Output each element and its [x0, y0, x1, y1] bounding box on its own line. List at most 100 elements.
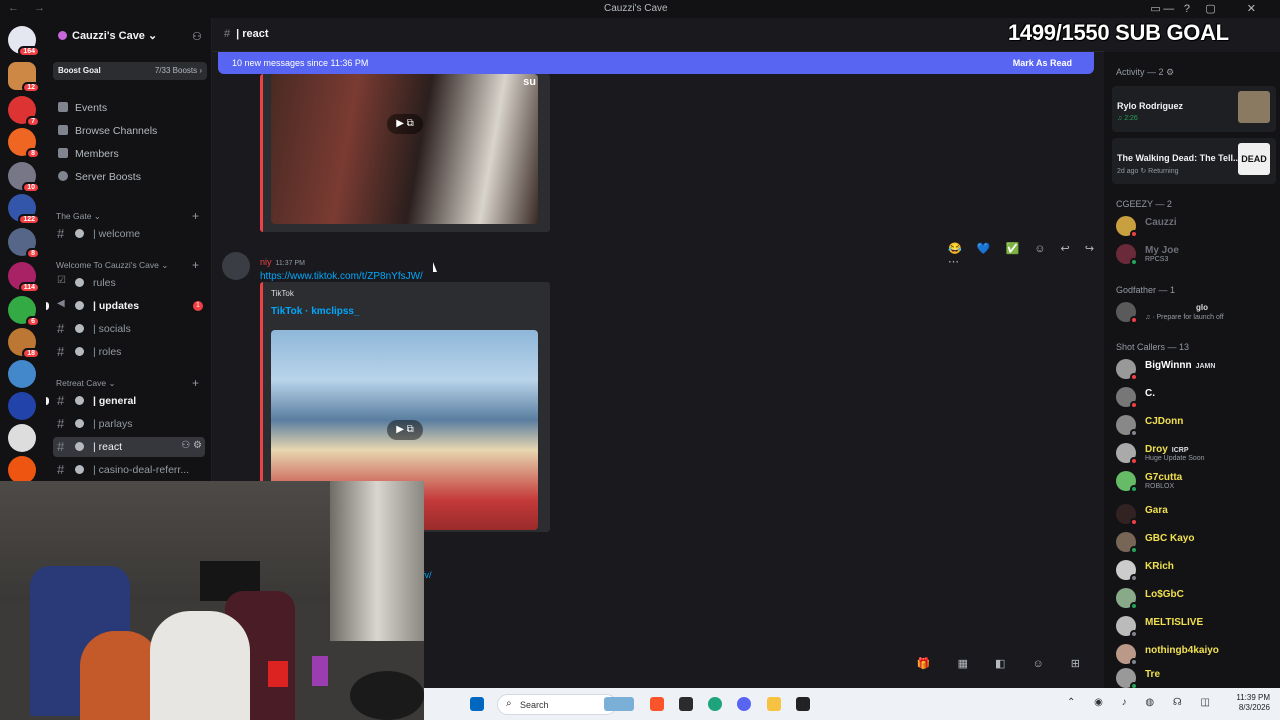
edge-icon[interactable]	[708, 697, 722, 711]
member-item[interactable]: Droy ICRP Huge Update Soon	[1116, 441, 1276, 465]
member-list[interactable]: Activity — 2 ⚙ Rylo Rodriguez ♫ 2:26 The…	[1104, 52, 1280, 690]
member-item[interactable]: Tre	[1116, 666, 1276, 690]
message-actions[interactable]: 😂 💙 ✅ ☺ ↩ ↪ ⋯	[948, 242, 1104, 268]
embed-title[interactable]: TikTok · kmclipss_	[271, 306, 360, 317]
file-explorer-icon[interactable]	[767, 697, 781, 711]
channel-header: # | react	[212, 18, 1104, 52]
member-item[interactable]: Gara	[1116, 502, 1276, 526]
taskbar-search[interactable]: ⌕ Search	[497, 694, 617, 715]
category-retreat-cave[interactable]: Retreat Cave ⌄ +	[56, 376, 199, 390]
message-composer[interactable]: 🎁 ▦ ◧ ☺ ⊞	[424, 650, 1100, 680]
server-icon[interactable]: 12	[8, 62, 40, 93]
activity-card[interactable]: The Walking Dead: The Tell... 2d ago ↻ R…	[1112, 138, 1276, 184]
menu-members[interactable]: Members	[58, 148, 119, 164]
system-tray-icons[interactable]: ⌃ ◉ ♪ ◍ ☊ ◫	[1067, 697, 1218, 708]
window-blinds	[330, 481, 424, 641]
search-icon: ⌕	[506, 698, 512, 709]
menu-browse-channels[interactable]: Browse Channels	[58, 125, 157, 141]
server-icon[interactable]: 8	[8, 128, 40, 159]
channel-name: | updates	[93, 300, 140, 312]
status-icon	[1130, 230, 1138, 238]
link-text[interactable]: https://www.tiktok.com/t/ZP8nYfsJW/	[260, 271, 423, 282]
server-icon[interactable]: 122	[8, 194, 40, 225]
activity-title: Rylo Rodriguez	[1117, 101, 1184, 111]
category-the-gate[interactable]: The Gate ⌄ +	[56, 209, 199, 223]
add-channel-icon[interactable]: +	[192, 376, 199, 390]
channel-updates[interactable]: ◀ | updates 1	[53, 296, 205, 316]
play-icon[interactable]: ▶ ⧉	[387, 114, 423, 134]
channel-roles[interactable]: # | roles	[53, 342, 205, 362]
member-item[interactable]: Cauzzi	[1116, 214, 1276, 238]
new-messages-bar[interactable]: 10 new messages since 11:36 PM Mark As R…	[218, 52, 1094, 74]
mark-as-read-button[interactable]: Mark As Read	[1013, 58, 1072, 68]
video-thumbnail[interactable]: ▶ ⧉ su	[271, 74, 538, 224]
member-item[interactable]: CJDonn	[1116, 413, 1276, 437]
headphones	[350, 671, 424, 720]
channel-casino[interactable]: # | casino-deal-referr...	[53, 460, 205, 480]
channel-title: # | react	[224, 28, 269, 40]
member-name: G7cutta	[1145, 472, 1183, 483]
guild-icon	[58, 31, 67, 40]
server-icon[interactable]: 10	[8, 162, 40, 193]
channel-socials[interactable]: # | socials	[53, 319, 205, 339]
member-item[interactable]: My Joe RPCS3	[1116, 242, 1276, 266]
menu-server-boosts[interactable]: Server Boosts	[58, 171, 141, 187]
member-status: ROBLOX	[1145, 483, 1175, 490]
window-controls[interactable]: — ▢ ✕	[1163, 2, 1270, 15]
menu-events[interactable]: Events	[58, 102, 107, 118]
server-icon[interactable]: 18	[8, 328, 40, 359]
add-channel-icon[interactable]: +	[192, 209, 199, 223]
member-name: Lo$GbC	[1145, 589, 1184, 600]
composer-icons[interactable]: 🎁 ▦ ◧ ☺ ⊞	[917, 657, 1092, 670]
person-left	[80, 631, 160, 720]
member-name: CJDonn	[1145, 416, 1184, 427]
terminal-icon[interactable]	[796, 697, 810, 711]
avatar[interactable]	[222, 252, 250, 280]
taskbar-clock[interactable]: 11:39 PM 8/3/2026	[1236, 693, 1270, 713]
member-item[interactable]: GBC Kayo	[1116, 530, 1276, 554]
member-item[interactable]: nothingb4kaiyo	[1116, 642, 1276, 666]
brave-browser-icon[interactable]	[650, 697, 664, 711]
role-group: Godfather — 1	[1116, 285, 1176, 295]
server-icon[interactable]	[8, 360, 36, 388]
member-item[interactable]: Lo$GbC	[1116, 586, 1276, 610]
member-item[interactable]: KRich	[1116, 558, 1276, 582]
add-channel-icon[interactable]: +	[192, 258, 199, 272]
server-icon[interactable]	[8, 424, 36, 452]
member-item[interactable]: BigWinnn JAMN	[1116, 357, 1276, 381]
channel-welcome[interactable]: # | welcome	[53, 224, 205, 244]
channel-name: | general	[93, 395, 137, 407]
menu-label: Members	[75, 148, 119, 160]
channel-parlays[interactable]: # | parlays	[53, 414, 205, 434]
member-item[interactable]: G7cutta ROBLOX	[1116, 469, 1276, 493]
channel-rules[interactable]: ☑ rules	[53, 273, 205, 293]
channel-general[interactable]: # | general	[53, 391, 205, 411]
guild-name-button[interactable]: Cauzzi's Cave ⌄	[58, 29, 157, 42]
member-item[interactable]: C.	[1116, 385, 1276, 409]
channel-name: | react	[93, 441, 122, 453]
discord-icon[interactable]	[737, 697, 751, 711]
member-item[interactable]: MELTISLIVE	[1116, 614, 1276, 638]
app-icon[interactable]	[679, 697, 693, 711]
member-item[interactable]: glo ♫ · Prepare for launch off	[1116, 300, 1276, 324]
server-icon[interactable]	[8, 456, 36, 484]
nav-arrows[interactable]: ← →	[8, 2, 51, 14]
member-name: glo	[1196, 303, 1208, 312]
boost-goal-label: Boost Goal	[58, 66, 101, 75]
server-icon[interactable]: 114	[8, 262, 40, 293]
activity-card[interactable]: Rylo Rodriguez ♫ 2:26	[1112, 86, 1276, 132]
server-icon[interactable]: 6	[8, 296, 40, 327]
category-welcome[interactable]: Welcome To Cauzzi's Cave ⌄ +	[56, 258, 199, 272]
gear-icon[interactable]: ⚙	[1166, 67, 1174, 77]
boost-goal-bar[interactable]: Boost Goal 7/33 Boosts ›	[53, 62, 207, 80]
server-icon[interactable]: 8	[8, 228, 40, 259]
server-icon[interactable]: 7	[8, 96, 40, 127]
add-user-icon[interactable]: ⚇	[192, 30, 202, 43]
start-icon[interactable]	[470, 697, 484, 711]
play-icon[interactable]: ▶ ⧉	[387, 420, 423, 440]
channel-react[interactable]: # | react ⚇ ⚙	[53, 437, 205, 457]
home-discord-icon[interactable]: 164	[8, 26, 40, 57]
server-icon[interactable]	[8, 392, 36, 420]
widget-icon[interactable]	[604, 697, 634, 711]
channel-settings-icon[interactable]: ⚇ ⚙	[181, 440, 202, 451]
